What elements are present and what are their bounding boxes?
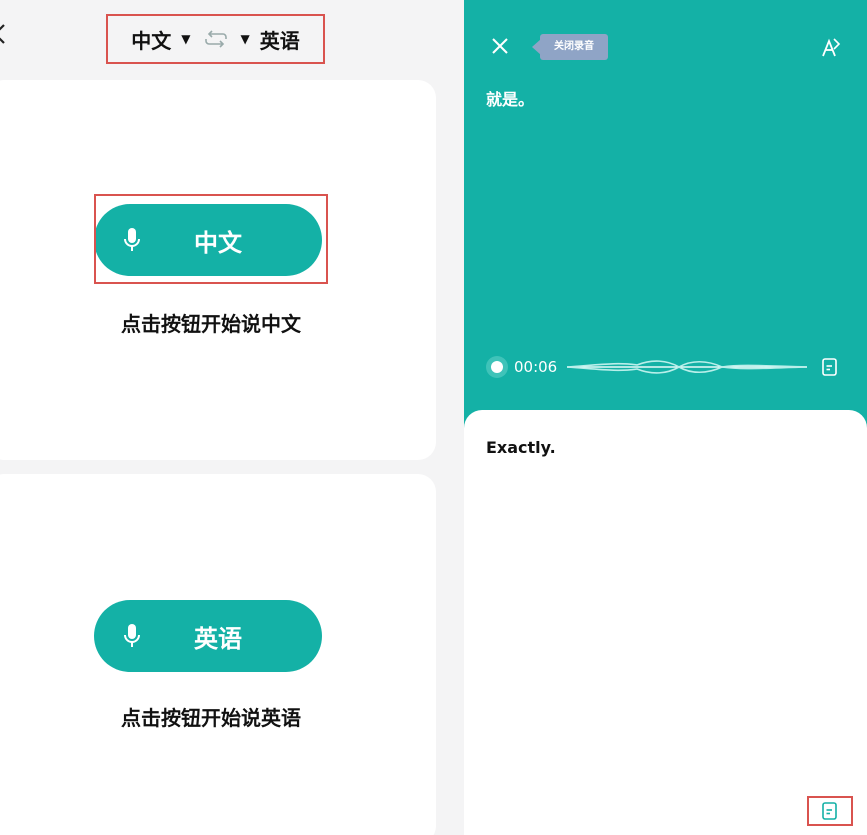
speak-chinese-hint: 点击按钮开始说中文	[121, 312, 301, 336]
microphone-icon	[124, 228, 140, 251]
swap-languages-icon[interactable]	[203, 29, 229, 49]
audio-player: 00:06	[486, 356, 846, 378]
copy-translation-button[interactable]	[807, 796, 853, 826]
copy-text-icon[interactable]	[821, 357, 839, 377]
language-selector-bar: 中文 ▼ ▼ 英语	[106, 14, 325, 64]
recognized-source-text: 就是。	[486, 90, 535, 109]
translation-result-card: Exactly.	[464, 410, 867, 835]
microphone-icon	[124, 624, 140, 647]
playback-button[interactable]	[486, 356, 508, 378]
recording-panel: 关闭录音 就是。 00:06 Exactly.	[464, 0, 867, 835]
speak-english-label: 英语	[194, 624, 242, 653]
chinese-speak-card: 中文 点击按钮开始说中文	[0, 80, 436, 460]
close-icon[interactable]	[490, 36, 510, 56]
copy-text-icon	[822, 802, 837, 820]
target-language-dropdown[interactable]: ▼ 英语	[241, 25, 300, 54]
close-recording-tooltip: 关闭录音	[532, 34, 608, 60]
speak-chinese-button[interactable]: 中文	[94, 204, 322, 276]
speak-chinese-label: 中文	[194, 228, 242, 257]
waveform-icon[interactable]	[567, 356, 808, 378]
caret-down-icon: ▼	[240, 32, 250, 46]
back-icon[interactable]	[0, 22, 10, 46]
source-language-dropdown[interactable]: 中文 ▼	[131, 25, 190, 54]
playback-time: 00:06	[514, 358, 558, 376]
font-size-icon[interactable]	[820, 36, 842, 58]
record-dot-icon	[491, 361, 503, 373]
speak-english-button[interactable]: 英语	[94, 600, 322, 672]
english-speak-card: 英语 点击按钮开始说英语	[0, 474, 436, 835]
speak-english-hint: 点击按钮开始说英语	[121, 706, 301, 730]
translator-home-panel: 中文 ▼ ▼ 英语 中文 点击按钮开始说中文 英语 点击按钮开始说英语	[0, 0, 464, 835]
target-language-label: 英语	[259, 28, 300, 53]
translated-text: Exactly.	[486, 438, 556, 457]
caret-down-icon: ▼	[181, 32, 191, 46]
app-screen: 中文 ▼ ▼ 英语 中文 点击按钮开始说中文 英语 点击按钮开始说英语 关闭录音…	[0, 0, 867, 835]
source-language-label: 中文	[131, 28, 172, 53]
